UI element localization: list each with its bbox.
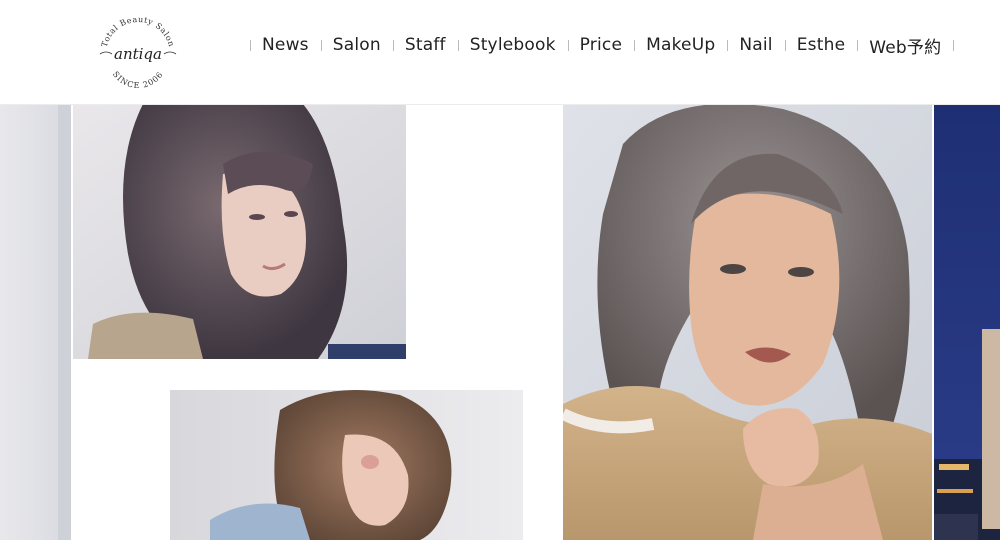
nav-makeup-link[interactable]: MakeUp [646,35,715,55]
svg-text:Total Beauty Salon: Total Beauty Salon [100,15,176,48]
woman-wavy-photo[interactable] [170,390,523,540]
salon-night-image [934,104,1000,540]
nav-separator [567,39,569,51]
site-header: Total Beauty Salon antiqa SINCE 2006 New… [0,0,1000,105]
logo-top-text: Total Beauty Salon [100,15,176,48]
nav-separator [392,39,394,51]
nav-separator [634,39,636,51]
nav-stylebook-link[interactable]: Stylebook [470,35,556,55]
nav-item-makeup[interactable]: MakeUp [646,35,715,55]
nav-separator [457,39,459,51]
woman-bob-image [73,104,406,359]
antiqa-logo[interactable]: Total Beauty Salon antiqa SINCE 2006 [94,14,182,92]
nav-salon-link[interactable]: Salon [333,35,381,55]
nav-price-link[interactable]: Price [580,35,622,55]
woman-wavy-image [170,390,523,540]
nav-separator [857,39,859,51]
main-nav: News Salon Staff Stylebook Price MakeUp … [248,33,965,58]
nav-nail-link[interactable]: Nail [739,35,772,55]
photo-gallery [0,104,1000,540]
nav-item-stylebook[interactable]: Stylebook [470,35,556,55]
nav-separator [320,39,322,51]
nav-separator [784,39,786,51]
logo-emblem: Total Beauty Salon antiqa SINCE 2006 [99,15,177,90]
svg-text:SINCE 2006: SINCE 2006 [111,70,165,90]
woman-bob-photo[interactable] [73,104,406,359]
woman-closeup-photo[interactable] [563,104,932,540]
nav-item-web-reservation[interactable]: Web予約 [869,33,941,58]
nav-separator [953,39,955,51]
nav-web-reservation-link[interactable]: Web予約 [869,33,941,58]
logo-bottom-text: SINCE 2006 [111,70,164,90]
nav-item-salon[interactable]: Salon [333,35,381,55]
nav-separator [727,39,729,51]
nav-item-news[interactable]: News [262,35,309,55]
nav-item-nail[interactable]: Nail [739,35,772,55]
left-edge-photo[interactable] [0,104,71,540]
nav-separator [250,39,251,51]
nav-item-esthe[interactable]: Esthe [797,35,846,55]
logo-name: antiqa [114,45,162,63]
nav-news-link[interactable]: News [262,35,309,55]
nav-item-staff[interactable]: Staff [405,35,446,55]
nav-esthe-link[interactable]: Esthe [797,35,846,55]
left-edge-image [0,104,71,540]
woman-closeup-image [563,104,932,540]
nav-item-price[interactable]: Price [580,35,622,55]
salon-night-photo[interactable] [934,104,1000,540]
nav-staff-link[interactable]: Staff [405,35,446,55]
